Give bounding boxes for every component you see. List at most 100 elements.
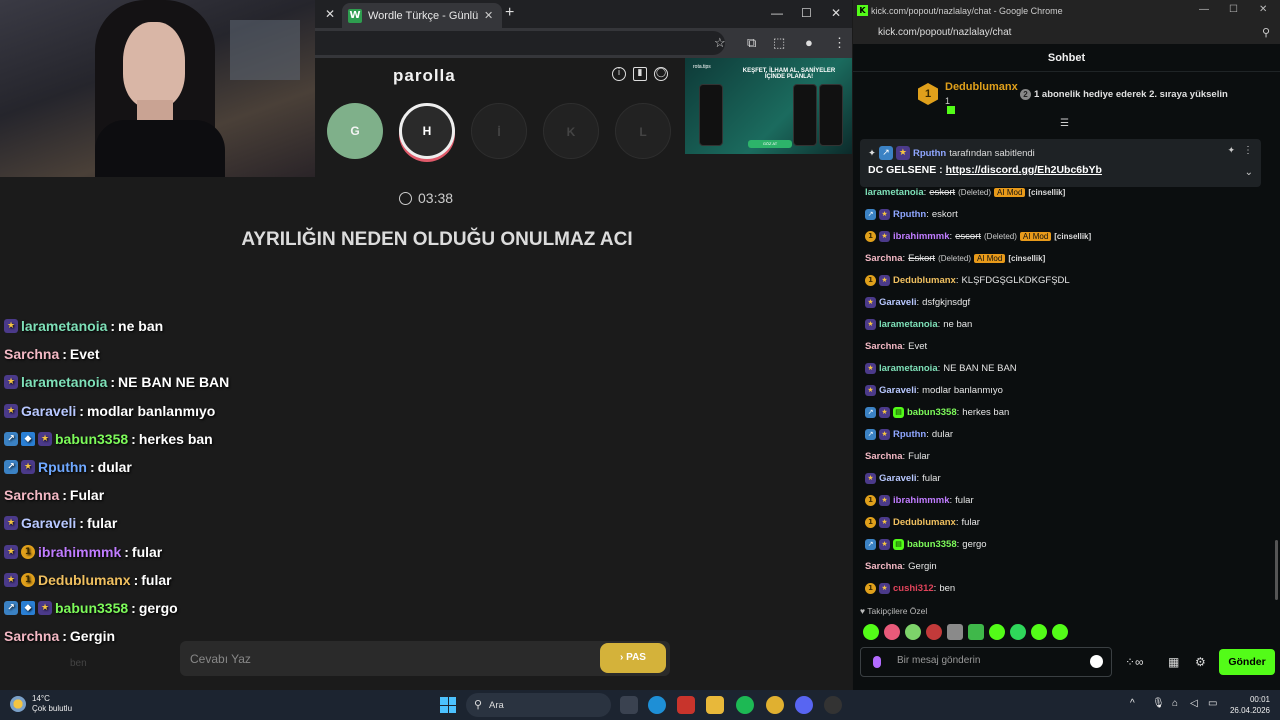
answer-input[interactable]: [190, 650, 570, 668]
clock[interactable]: 00:01 26.04.2026: [1225, 694, 1270, 716]
chat-username[interactable]: ibrahimmmk: [893, 495, 950, 506]
gift-shop-icon[interactable]: ▦: [1168, 655, 1179, 669]
chat-username[interactable]: larametanoia: [865, 187, 924, 198]
chat-message[interactable]: Sarchna: Evet: [865, 337, 927, 355]
chat-message[interactable]: 1 ★ ibrahimmmk: escort (Deleted) AI Mod [cinse…: [865, 227, 1091, 245]
send-button[interactable]: Gönder: [1219, 649, 1275, 675]
chat-message[interactable]: Sarchna: Fular: [865, 447, 930, 465]
weather-widget[interactable]: 14°C Çok bulutlu: [10, 694, 72, 714]
chat-username[interactable]: Garaveli: [879, 385, 917, 396]
edge-icon[interactable]: [648, 696, 666, 714]
chat-username[interactable]: babun3358: [907, 539, 957, 550]
spotify-icon[interactable]: [736, 696, 754, 714]
emote-icon[interactable]: [905, 624, 921, 640]
chat-message[interactable]: ↗ ★ ▤ babun3358: herkes ban: [865, 403, 1009, 421]
url-bar[interactable]: kick.com/popout/nazlalay/chat ⚲: [853, 22, 1280, 44]
translate-icon[interactable]: ⧉: [747, 35, 756, 51]
close-window-icon[interactable]: ✕: [831, 6, 841, 20]
stats-icon[interactable]: ▮: [633, 67, 647, 81]
chat-message[interactable]: 1 ★ Dedublumanx: fular: [865, 513, 980, 531]
emote-icon[interactable]: [968, 624, 984, 640]
chat-username[interactable]: Rputhn: [893, 429, 926, 440]
emote-icon[interactable]: [1031, 624, 1047, 640]
chat-username[interactable]: larametanoia: [879, 363, 938, 374]
chat-username[interactable]: Sarchna: [865, 341, 903, 352]
close-icon[interactable]: ✕: [325, 7, 335, 21]
app-icon[interactable]: [824, 696, 842, 714]
ad-button[interactable]: GÖZ AT: [748, 140, 792, 148]
minimize-icon[interactable]: —: [1199, 4, 1209, 15]
chat-message[interactable]: ★ larametanoia: ne ban: [865, 315, 972, 333]
emote-icon[interactable]: [1052, 624, 1068, 640]
chat-username[interactable]: babun3358: [907, 407, 957, 418]
users-icon[interactable]: ⁘∞: [1125, 655, 1144, 669]
info-icon[interactable]: i: [612, 67, 626, 81]
microphone-icon[interactable]: [873, 656, 881, 668]
wifi-icon[interactable]: ⌂: [1172, 698, 1178, 709]
gear-icon[interactable]: ⚙: [1195, 655, 1206, 669]
chat-username[interactable]: Dedublumanx: [893, 517, 956, 528]
chat-username[interactable]: Dedublumanx: [893, 275, 956, 286]
emote-icon[interactable]: [926, 624, 942, 640]
taskbar-search[interactable]: ⚲ Ara: [466, 693, 611, 717]
pinned-message[interactable]: ✦ ↗ ★ Rputhn tarafından sabitlendi DC GE…: [860, 139, 1261, 187]
volume-icon[interactable]: ◁: [1190, 698, 1198, 709]
profile-avatar-icon[interactable]: ●: [805, 35, 813, 50]
chat-message[interactable]: ↗ ★ Rputhn: dular: [865, 425, 953, 443]
tab-wordle[interactable]: W Wordle Türkçe - Günlük Kelime ✕: [342, 3, 502, 28]
chat-message[interactable]: ↗ ★ Rputhn: eskort: [865, 205, 958, 223]
chat-message[interactable]: ★ Garaveli: dsfgkjnsdgf: [865, 293, 970, 311]
chat-username[interactable]: Rputhn: [893, 209, 926, 220]
pass-button[interactable]: › PAS: [600, 643, 666, 673]
scrollbar[interactable]: [1275, 540, 1278, 600]
tray-chevron-icon[interactable]: ^: [1130, 698, 1135, 709]
chat-username[interactable]: Sarchna: [865, 253, 903, 264]
chevron-down-icon[interactable]: ⌄: [1245, 167, 1253, 178]
profile-icon[interactable]: ◯: [654, 67, 668, 81]
chat-username[interactable]: Garaveli: [879, 297, 917, 308]
chat-message[interactable]: Sarchna: Gergin: [865, 557, 937, 575]
emoji-icon[interactable]: [1090, 655, 1103, 668]
pinned-link[interactable]: https://discord.gg/Eh2Ubc6bYb: [946, 164, 1102, 176]
task-view-icon[interactable]: [620, 696, 638, 714]
zoom-icon[interactable]: ⚲: [1262, 26, 1270, 39]
tab-close-icon[interactable]: ✕: [484, 9, 493, 22]
battery-icon[interactable]: ▭: [1208, 698, 1217, 709]
maximize-icon[interactable]: ☐: [801, 6, 812, 20]
emote-icon[interactable]: [1010, 624, 1026, 640]
chat-message[interactable]: ★ Garaveli: modlar banlanmıyo: [865, 381, 1003, 399]
chat-username[interactable]: Sarchna: [865, 561, 903, 572]
chrome-icon[interactable]: [766, 696, 784, 714]
chat-username[interactable]: cushi312: [893, 583, 934, 594]
chat-username[interactable]: ibrahimmmk: [893, 231, 950, 242]
start-button-icon[interactable]: [440, 697, 456, 713]
chat-username[interactable]: Sarchna: [865, 451, 903, 462]
extensions-icon[interactable]: ⬚: [773, 35, 785, 51]
app-p-icon[interactable]: [677, 696, 695, 714]
chat-message[interactable]: ★ Garaveli: fular: [865, 469, 941, 487]
menu-dots-icon[interactable]: ⋮: [833, 35, 846, 51]
chat-username[interactable]: Garaveli: [879, 473, 917, 484]
chat-message[interactable]: 1 ★ Dedublumanx: KLŞFDGŞGLKDKGFŞDL: [865, 271, 1070, 289]
file-explorer-icon[interactable]: [706, 696, 724, 714]
unpin-icon[interactable]: ✦: [1227, 145, 1235, 156]
emote-icon[interactable]: [989, 624, 1005, 640]
emote-icon[interactable]: [884, 624, 900, 640]
advertisement[interactable]: rota.tips KEŞFET, İLHAM AL, SANİYELER İÇ…: [685, 58, 852, 154]
microphone-tray-icon[interactable]: 🎙: [1152, 698, 1165, 709]
maximize-icon[interactable]: ☐: [1229, 4, 1238, 15]
emote-icon[interactable]: [947, 624, 963, 640]
emote-icon[interactable]: [863, 624, 879, 640]
chat-message[interactable]: ★ larametanoia: NE BAN NE BAN: [865, 359, 1017, 377]
previous-tab[interactable]: ✕: [315, 0, 339, 28]
new-tab-button[interactable]: +: [505, 4, 514, 22]
chat-message[interactable]: Sarchna: Eskort (Deleted) AI Mod [cinsellik]: [865, 249, 1045, 267]
more-options-icon[interactable]: ⋮: [1243, 145, 1253, 156]
chat-message[interactable]: ↗ ★ ▤ babun3358: gergo: [865, 535, 987, 553]
chat-username[interactable]: larametanoia: [879, 319, 938, 330]
collapse-icon[interactable]: ☰: [1060, 118, 1069, 129]
chat-message[interactable]: 1 ★ cushi312: ben: [865, 579, 955, 597]
minimize-icon[interactable]: —: [771, 6, 783, 20]
address-bar[interactable]: [315, 31, 725, 55]
chat-message[interactable]: 1 ★ ibrahimmmk: fular: [865, 491, 974, 509]
